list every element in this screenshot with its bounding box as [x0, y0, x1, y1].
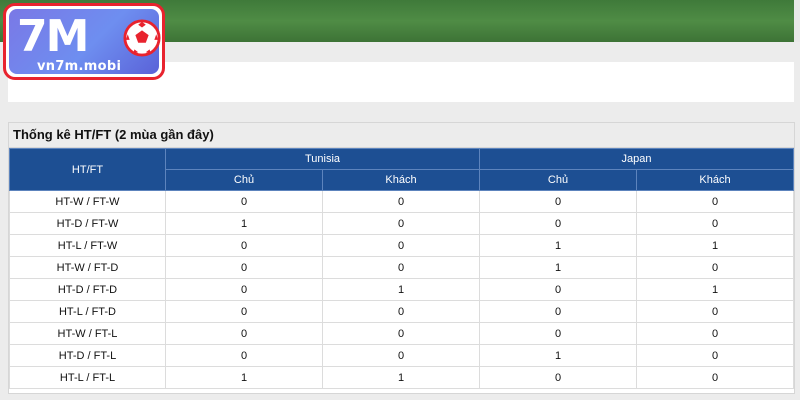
table-cell: 0	[636, 256, 794, 279]
table-row: HT-L / FT-W 0 0 1 1	[9, 234, 794, 257]
row-label: HT-W / FT-D	[9, 256, 166, 279]
table-cell: 0	[479, 190, 637, 213]
table-row: HT-D / FT-L 0 0 1 0	[9, 344, 794, 367]
table-cell: 0	[165, 322, 323, 345]
table-cell: 0	[636, 190, 794, 213]
row-label: HT-L / FT-D	[9, 300, 166, 323]
table-row: HT-D / FT-W 1 0 0 0	[9, 212, 794, 235]
sub-header: Khách	[322, 169, 480, 191]
logo-mark: 7M	[17, 11, 89, 62]
table-cell: 0	[322, 234, 480, 257]
banner-edge	[794, 0, 800, 42]
table-cell: 1	[322, 366, 480, 389]
table-cell: 0	[322, 190, 480, 213]
table-cell: 1	[165, 366, 323, 389]
table-cell: 0	[322, 212, 480, 235]
table-body: HT-W / FT-W 0 0 0 0 HT-D / FT-W 1 0 0 0 …	[9, 190, 794, 389]
table-row: HT-D / FT-D 0 1 0 1	[9, 278, 794, 301]
table-cell: 1	[479, 234, 637, 257]
row-label: HT-D / FT-W	[9, 212, 166, 235]
table-cell: 0	[479, 322, 637, 345]
table-cell: 0	[165, 234, 323, 257]
table-cell: 0	[479, 366, 637, 389]
table-row: HT-L / FT-L 1 1 0 0	[9, 366, 794, 389]
table-row: HT-W / FT-L 0 0 0 0	[9, 322, 794, 345]
sub-header: Khách	[636, 169, 794, 191]
team-header-away: Japan	[479, 148, 794, 170]
table-cell: 0	[479, 212, 637, 235]
table-cell: 1	[479, 256, 637, 279]
logo-site-text: vn7m.mobi	[37, 59, 122, 74]
htft-stats-panel: Thống kê HT/FT (2 mùa gần đây) HT/FT Tun…	[8, 122, 795, 394]
table-cell: 0	[479, 300, 637, 323]
table-cell: 0	[165, 278, 323, 301]
table-cell: 0	[636, 300, 794, 323]
row-label: HT-W / FT-L	[9, 322, 166, 345]
row-label: HT-L / FT-L	[9, 366, 166, 389]
table-cell: 0	[322, 322, 480, 345]
table-cell: 0	[479, 278, 637, 301]
row-label: HT-D / FT-D	[9, 278, 166, 301]
table-cell: 0	[636, 212, 794, 235]
soccer-ball-icon	[123, 19, 161, 57]
table-cell: 1	[636, 234, 794, 257]
team-header-home: Tunisia	[165, 148, 480, 170]
table-cell: 0	[322, 300, 480, 323]
table-cell: 0	[636, 366, 794, 389]
table-cell: 0	[165, 300, 323, 323]
sub-header: Chủ	[479, 169, 637, 191]
table-cell: 0	[636, 322, 794, 345]
table-cell: 1	[636, 278, 794, 301]
row-label: HT-D / FT-L	[9, 344, 166, 367]
table-row: HT-L / FT-D 0 0 0 0	[9, 300, 794, 323]
table-cell: 0	[322, 344, 480, 367]
panel-title: Thống kê HT/FT (2 mùa gần đây)	[9, 123, 794, 148]
table-cell: 0	[322, 256, 480, 279]
site-logo[interactable]: 7M vn7m.mobi	[3, 3, 165, 80]
row-label: HT-W / FT-W	[9, 190, 166, 213]
table-row: HT-W / FT-W 0 0 0 0	[9, 190, 794, 213]
table-cell: 1	[165, 212, 323, 235]
table-cell: 0	[165, 344, 323, 367]
table-cell: 1	[322, 278, 480, 301]
table-cell: 0	[165, 190, 323, 213]
table-cell: 0	[636, 344, 794, 367]
htft-table: HT/FT Tunisia Japan Chủ Khách Chủ Khách …	[9, 148, 794, 389]
table-row: HT-W / FT-D 0 0 1 0	[9, 256, 794, 279]
logo-background: 7M vn7m.mobi	[9, 9, 161, 74]
table-cell: 0	[165, 256, 323, 279]
row-label: HT-L / FT-W	[9, 234, 166, 257]
corner-header: HT/FT	[9, 148, 166, 191]
table-cell: 1	[479, 344, 637, 367]
sub-header: Chủ	[165, 169, 323, 191]
